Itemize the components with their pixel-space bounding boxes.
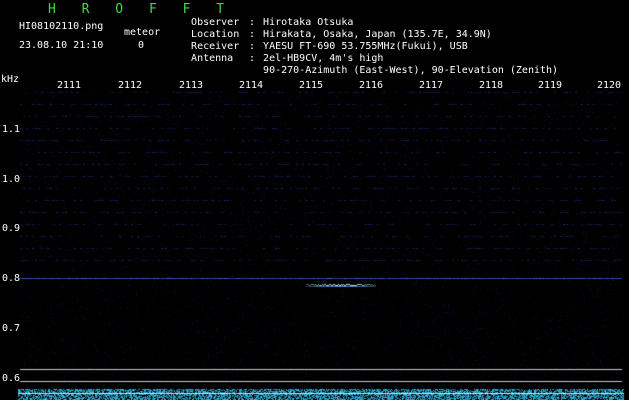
image-filename: HI08102110.png — [19, 21, 104, 32]
meteor-count: 0 — [138, 40, 145, 51]
antenna-row-2: 90-270-Azimuth (East-West), 90-Elevation… — [179, 53, 558, 77]
y-tick-label: 1.1 — [2, 124, 21, 135]
y-tick-label: 0.9 — [2, 223, 21, 234]
x-tick-label: 2120 — [596, 80, 622, 91]
capture-timestamp: 23.08.10 21:10 — [19, 40, 104, 51]
x-tick-label: 2115 — [298, 80, 324, 91]
x-tick-label: 2113 — [178, 80, 204, 91]
y-axis-unit: kHz — [1, 74, 20, 85]
y-tick-label: 1.0 — [2, 174, 21, 185]
y-tick-label: 0.8 — [2, 273, 21, 284]
x-tick-label: 2117 — [418, 80, 444, 91]
x-tick-label: 2112 — [117, 80, 143, 91]
x-tick-label: 2119 — [537, 80, 563, 91]
x-tick-label: 2116 — [358, 80, 384, 91]
meteor-label: meteor — [124, 27, 161, 38]
x-tick-label: 2114 — [238, 80, 264, 91]
y-tick-label: 0.6 — [2, 373, 21, 384]
antenna-value-line2: 90-270-Azimuth (East-West), 90-Elevation… — [263, 65, 559, 76]
x-tick-label: 2111 — [56, 80, 82, 91]
x-tick-label: 2118 — [478, 80, 504, 91]
y-tick-label: 0.7 — [2, 323, 21, 334]
